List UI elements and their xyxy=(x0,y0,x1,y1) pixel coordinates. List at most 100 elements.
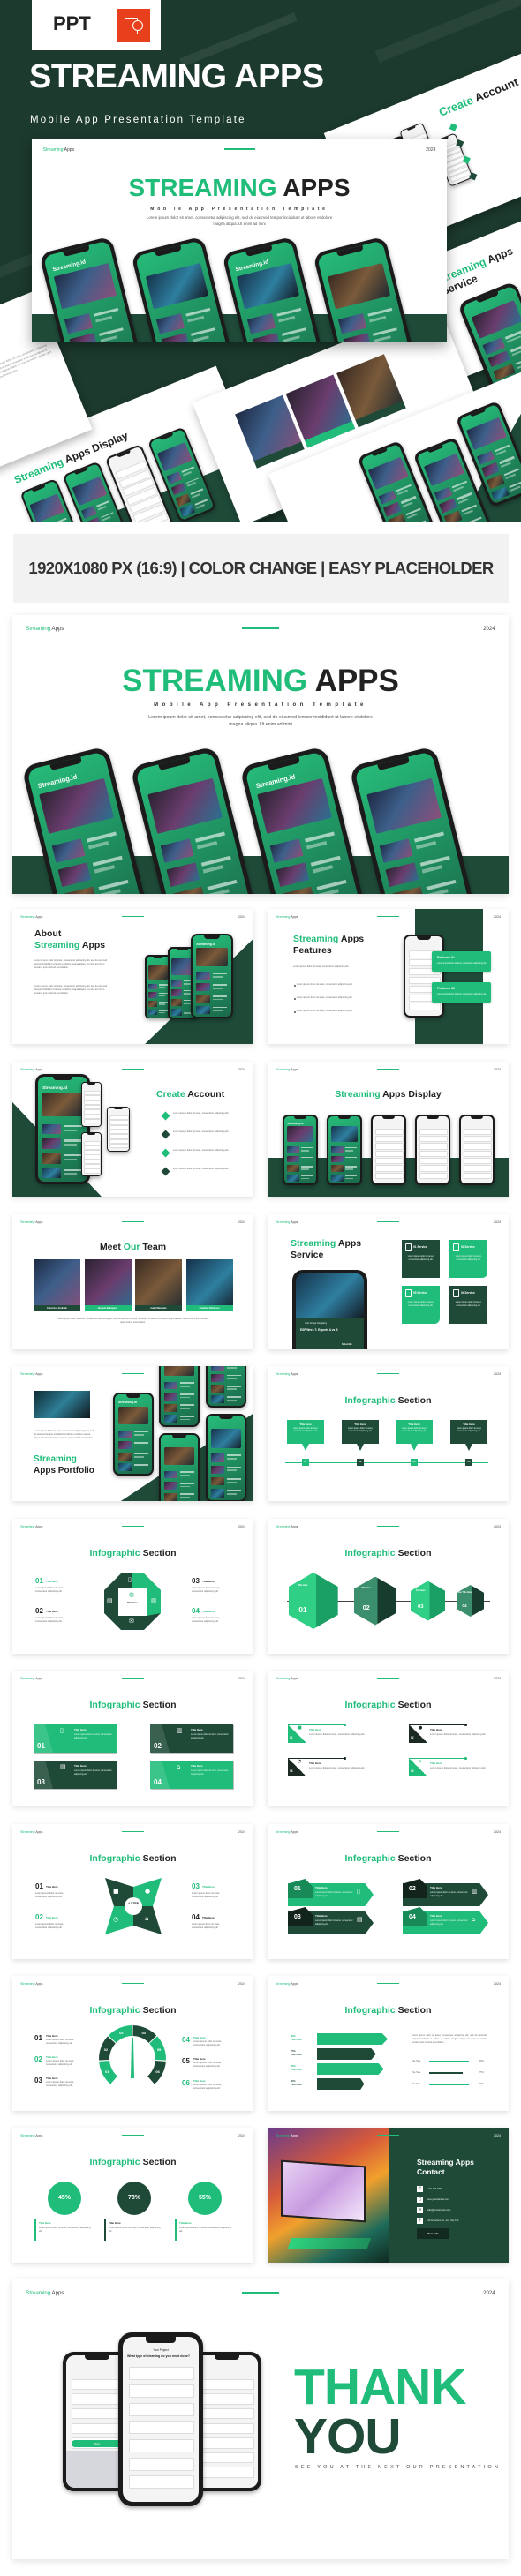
header-accent-line xyxy=(377,1069,399,1070)
contact-email[interactable]: hello@yourdomain.com xyxy=(427,2209,450,2212)
list-text-line xyxy=(226,1367,237,1369)
slide-features[interactable]: Streaming Apps 2024 Streaming Apps Features… xyxy=(268,909,509,1044)
list-text-line xyxy=(421,865,442,874)
powerpoint-icon xyxy=(117,9,150,42)
hexagon-title: Title Here xyxy=(361,1586,372,1589)
item-title: Title Here xyxy=(202,1915,215,1919)
list-text-line xyxy=(415,840,437,850)
slide-infographic-banners[interactable]: Streaming Apps 2024 Infographic Section 01 ▯… xyxy=(12,1671,253,1806)
item-number: 02 xyxy=(34,2055,42,2063)
title-dark: Section xyxy=(142,1700,177,1710)
slide-title-line2: Features xyxy=(293,945,332,956)
ppt-badge: PPT xyxy=(32,0,161,50)
list-text-line xyxy=(183,983,191,985)
slide-infographic-octagon[interactable]: Streaming Apps 2024 Infographic Section 01 T… xyxy=(12,1519,253,1654)
you-text: YOU xyxy=(294,2408,402,2465)
slide-team[interactable]: Streaming Apps 2024 Meet Our Team Francisco… xyxy=(12,1214,253,1349)
bullet-dot xyxy=(294,998,296,1000)
brand-dark: Apps xyxy=(35,1982,43,1986)
item-title: Title Here xyxy=(46,1609,58,1613)
body-text: Lorem ipsum dolor sit amet, consectetur … xyxy=(192,1892,221,1898)
callout-pointer xyxy=(465,1444,472,1451)
service-icon xyxy=(453,1243,459,1251)
item-title: Title Here xyxy=(202,1609,215,1613)
title-green: STREAMING xyxy=(122,664,308,698)
list-thumbnail xyxy=(195,994,211,1003)
phone-screen xyxy=(328,1116,360,1183)
phone-screen: Streaming.id xyxy=(115,1394,152,1474)
slide-infographic-arrows[interactable]: Streaming Apps 2024 Infographic Section 01 T… xyxy=(268,1824,509,1959)
option-row xyxy=(128,2402,195,2416)
title-dark: Account xyxy=(187,1089,225,1100)
list-text-line xyxy=(281,327,307,337)
slide-thank-you[interactable]: Streaming Apps 2024 Next Your Project What t… xyxy=(12,2279,509,2559)
portfolio-photo xyxy=(34,1391,90,1418)
brand-dark: Apps xyxy=(35,2134,43,2137)
header-accent-line xyxy=(377,1373,399,1375)
brand-dark: Apps xyxy=(35,915,43,919)
slide-year: 2024 xyxy=(494,2134,501,2137)
list-thumbnail xyxy=(64,886,98,894)
phone-screen xyxy=(461,1116,493,1183)
mail-icon: ✉ xyxy=(129,1618,134,1625)
slide-year: 2024 xyxy=(483,625,495,632)
list-text-line xyxy=(344,1168,354,1170)
list-text-line xyxy=(100,335,118,342)
more-info-button[interactable]: More Info xyxy=(417,2228,449,2239)
next-button[interactable]: Next xyxy=(72,2440,123,2447)
slide-infographic-triangles[interactable]: Streaming Apps 2024 Infographic Section 01 ■… xyxy=(268,1671,509,1806)
service-icon xyxy=(405,1289,412,1297)
slide-portfolio[interactable]: Streaming Apps2024Lorem ipsum dolor sit … xyxy=(12,1366,253,1501)
item-number: 02 xyxy=(35,1913,43,1921)
list-text-line xyxy=(64,1139,83,1142)
list-thumbnail xyxy=(155,313,185,334)
slide-infographic-four-step[interactable]: Streaming Apps 2024 Infographic Section 01 T… xyxy=(12,1824,253,1959)
slide-infographic-hexagons[interactable]: Streaming Apps 2024 Infographic Section 01 T… xyxy=(268,1519,509,1654)
list-thumbnail xyxy=(434,486,453,501)
gauge-segment-label: 01 xyxy=(105,2069,109,2074)
service-card-title: 02 Service xyxy=(461,1245,475,1249)
slide-infographic-bars[interactable]: Streaming Apps 2024 Infographic Section 90%… xyxy=(268,1976,509,2111)
list-thumbnail xyxy=(330,1146,344,1153)
slide-infographic-gauge[interactable]: Streaming Apps 2024 Infographic Section 01 T… xyxy=(12,1976,253,2111)
phone-icon: ✆ xyxy=(417,2186,423,2192)
option-row xyxy=(71,2378,125,2391)
brand-dark: Apps xyxy=(64,146,75,153)
option-row xyxy=(374,1158,404,1165)
header-accent-line xyxy=(241,2291,280,2294)
list-text-line xyxy=(64,1158,77,1161)
slide-create-account[interactable]: Streaming Apps 2024 Streaming.id Create Acc… xyxy=(12,1062,253,1197)
item-number: 03 xyxy=(34,2077,42,2084)
slide-cover[interactable]: Streaming Apps 2024 STREAMING APPS Mobile A… xyxy=(12,615,509,894)
slide-title: Streaming Apps xyxy=(293,934,364,944)
title-dark: Section xyxy=(397,1548,432,1558)
slide-infographic-circles[interactable]: Streaming Apps 2024 Infographic Section 45%… xyxy=(12,2128,253,2263)
slide-infographic-timeline[interactable]: Streaming Apps 2024 Infographic Section Tit… xyxy=(268,1366,509,1501)
list-thumbnail xyxy=(42,1138,61,1150)
contact-phone[interactable]: +123-456-7890 xyxy=(427,2188,442,2190)
list-thumbnail xyxy=(166,471,183,484)
list-text-line xyxy=(226,1458,237,1460)
phone-screen: Streaming.id xyxy=(226,240,327,342)
list-thumbnail xyxy=(210,1395,225,1404)
book-icon: ▥ xyxy=(472,1888,478,1895)
slide-year: 2024 xyxy=(494,1982,501,1986)
banner-text: Lorem ipsum dolor sit amet, consectetur … xyxy=(74,1733,112,1739)
phone-screen xyxy=(317,240,419,342)
brand-dark: Apps xyxy=(35,1068,43,1071)
slide-contact[interactable]: Streaming Apps 2024 Streaming Apps Contact ✆… xyxy=(268,2128,509,2263)
list-text-line xyxy=(425,879,457,891)
banner-title: Title Here xyxy=(191,1728,203,1731)
octagon-center-title: Title Here xyxy=(127,1602,138,1604)
slide-apps-display[interactable]: Streaming Apps 2024 Streaming Apps Display… xyxy=(268,1062,509,1197)
slide-brand: Streaming Apps xyxy=(276,1068,298,1071)
infographic-graphic xyxy=(105,1878,162,1934)
slide-service[interactable]: Streaming Apps 2024 Streaming Apps Service Y… xyxy=(268,1214,509,1349)
list-text-line xyxy=(212,1010,223,1012)
service-card: 03 Service Lorem ipsum dolor sit amet, co… xyxy=(402,1286,440,1324)
subscribe-button[interactable]: Subscribe xyxy=(342,1343,352,1346)
slide-title: Infographic Section xyxy=(12,2157,253,2167)
feature-card: Features 02 Lorem ipsum dolor sit amet, c… xyxy=(432,982,491,1003)
contact-web[interactable]: www.yourwebsite.com xyxy=(427,2198,449,2201)
slide-about[interactable]: Streaming Apps 2024 About Streaming Apps Lor… xyxy=(12,909,253,1044)
